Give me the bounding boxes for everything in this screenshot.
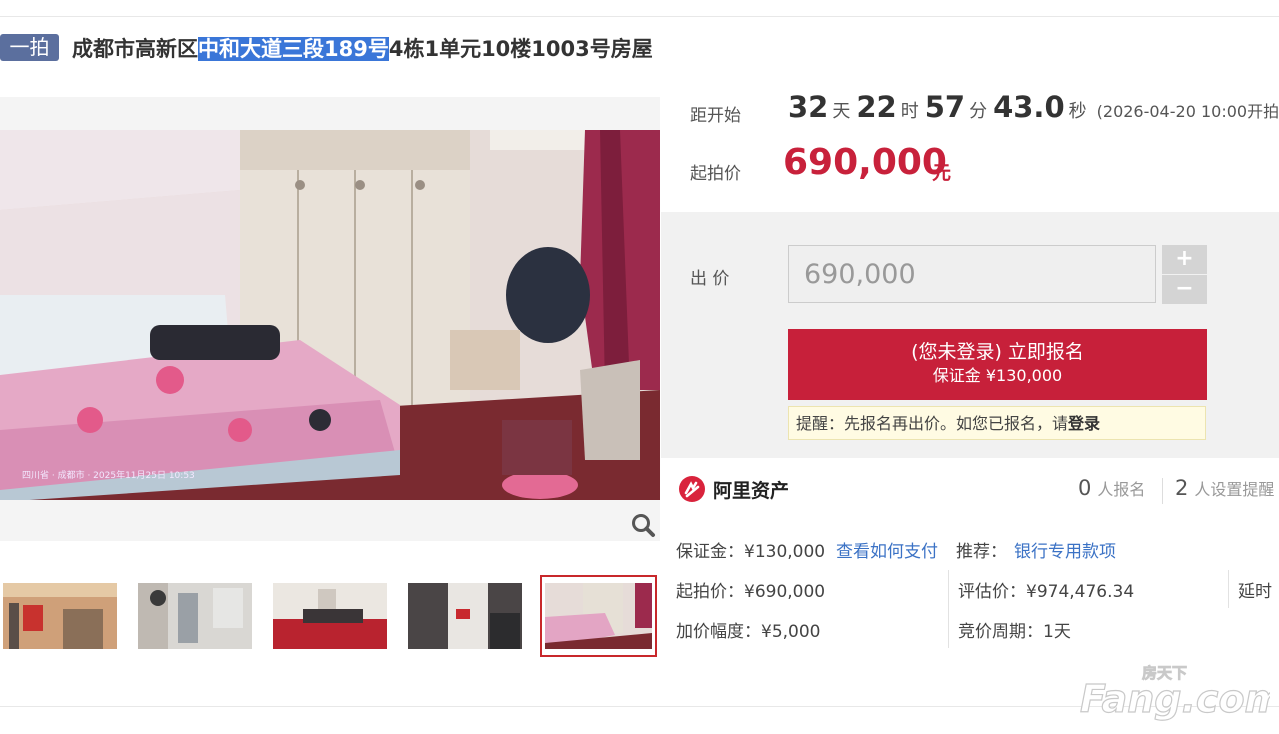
thumbnail-1[interactable] [3,583,117,649]
countdown-label: 距开始 [690,106,741,126]
main-photo[interactable] [0,130,660,500]
increment-info: 加价幅度：¥5,000 [676,622,821,642]
how-to-pay-link[interactable]: 查看如何支付 [836,537,938,562]
login-link[interactable]: 登录 [1068,414,1100,433]
thumbnail-2[interactable] [138,583,252,649]
start-price-info: 起拍价：¥690,000 [676,582,826,602]
bid-amount-input[interactable]: 690,000 [788,245,1156,303]
reminder-text: 提醒：先报名再出价。如您已报名，请 [796,414,1069,433]
title-highlighted-text: 中和大道三段189号 [198,37,389,61]
countdown-seconds: 43.0 [993,90,1065,124]
photo-location-stamp: 四川省 · 成都市 · 2025年11月25日 10:53 [22,471,195,481]
starting-price-unit: 元 [932,162,952,184]
login-reminder: 提醒：先报名再出价。如您已报名，请登录 [788,406,1206,440]
top-divider [0,16,1279,17]
register-deposit-label: 保证金 ¥130,000 [932,366,1063,385]
countdown-hours: 22 [856,90,897,124]
ali-assets-logo-icon [678,475,706,503]
reminder-count: 2 人设置提醒 [1175,476,1274,500]
thumbnail-3[interactable] [273,583,387,649]
listing-title: 成都市高新区中和大道三段189号4栋1单元10楼1003号房屋 [72,32,653,66]
magnifier-icon[interactable] [629,510,659,540]
thumbnail-5-selected[interactable] [540,575,657,657]
starting-price-label: 起拍价 [690,164,741,184]
starting-price-value: 690,000 [783,142,947,183]
bank-payment-link[interactable]: 银行专用款项 [1014,537,1116,562]
bid-increase-button[interactable]: + [1162,245,1207,274]
countdown-days-unit: 天 [832,101,851,122]
bid-label: 出 价 [690,269,730,289]
details-divider-2 [1228,570,1229,608]
countdown-timer: 32 天 22 时 57 分 43.0 秒 (2026-04-20 10:00开拍) [788,90,1279,124]
auction-start-time: (2026-04-20 10:00开拍) [1096,102,1279,121]
details-divider-1 [948,570,949,648]
reminder-count-label: 人设置提醒 [1194,480,1275,499]
auction-round-badge: 一拍 [0,34,59,61]
registered-count: 0 人报名 [1078,476,1145,500]
registered-count-label: 人报名 [1097,480,1146,499]
title-prefix: 成都市高新区 [72,37,198,61]
countdown-minutes: 57 [924,90,966,124]
bid-decrease-button[interactable]: − [1162,275,1207,304]
register-now-button[interactable]: (您未登录) 立即报名 保证金 ¥130,000 [788,329,1207,400]
countdown-days: 32 [788,90,829,124]
cycle-info: 竞价周期：1天 [958,622,1071,642]
count-divider [1162,478,1163,504]
countdown-hours-unit: 时 [900,101,919,122]
thumbnail-4[interactable] [408,583,522,649]
appraisal-info: 评估价：¥974,476.34 [958,582,1135,602]
title-suffix: 4栋1单元10楼1003号房屋 [388,37,653,61]
countdown-seconds-unit: 秒 [1068,101,1087,122]
registered-count-number: 0 [1078,476,1092,500]
delay-info: 延时 [1238,582,1272,602]
recommend-label: 推荐： [956,542,1007,562]
deposit-info: 保证金：¥130,000 [676,542,826,562]
reminder-count-number: 2 [1175,476,1189,500]
thumbnail-5-image [545,583,652,649]
watermark-main-text: Fang.com [1080,677,1270,721]
fang-watermark: 房天下 Fang.com [1079,660,1279,722]
countdown-minutes-unit: 分 [969,101,988,122]
register-button-label: (您未登录) 立即报名 [911,341,1084,363]
platform-name: 阿里资产 [713,480,790,502]
